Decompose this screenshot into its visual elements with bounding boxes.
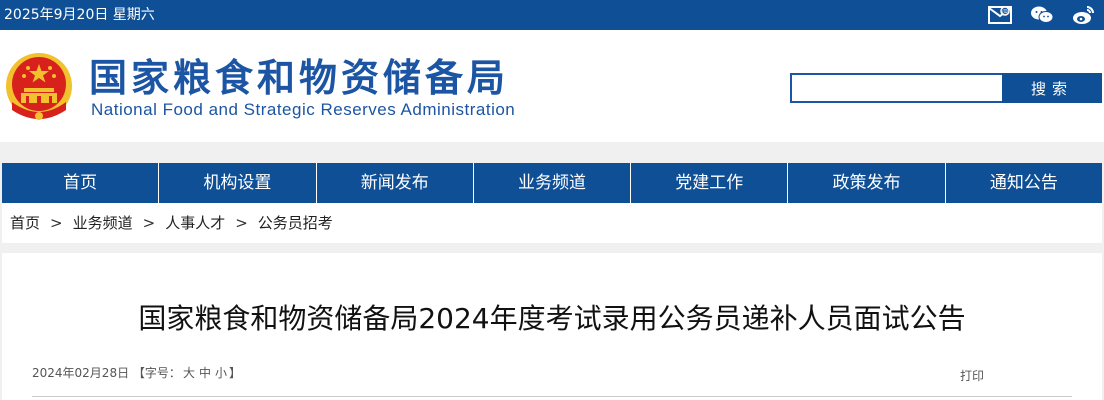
search-input[interactable] [790,73,1002,103]
site-title-english: National Food and Strategic Reserves Adm… [91,100,516,119]
nav-item-party[interactable]: 党建工作 [631,163,789,203]
breadcrumb-separator: > [50,214,63,232]
main-nav: 首页 机构设置 新闻发布 业务频道 党建工作 政策发布 通知公告 [2,163,1102,203]
nav-item-home[interactable]: 首页 [2,163,160,203]
national-emblem-icon [4,50,74,128]
site-title-chinese: 国家粮食和物资储备局 [89,55,510,100]
search-button[interactable]: 搜索 [1002,73,1102,103]
breadcrumb-separator: > [235,214,248,232]
font-size-large[interactable]: 大 [183,366,195,380]
divider [32,396,1072,397]
print-link[interactable]: 打印 [960,367,984,384]
font-size-control: 【字号：大中小】 [132,366,241,380]
nav-item-policy[interactable]: 政策发布 [788,163,946,203]
email-icon[interactable]: @ [988,4,1012,26]
site-header: 国家粮食和物资储备局 National Food and Strategic R… [0,30,1104,142]
article-title: 国家粮食和物资储备局2024年度考试录用公务员递补人员面试公告 [138,302,966,335]
breadcrumb-home[interactable]: 首页 [10,203,40,243]
breadcrumb-hr[interactable]: 人事人才 [165,203,225,243]
article-meta: 2024年02月28日 【字号：大中小】 [32,365,241,381]
article-container: 国家粮食和物资储备局2024年度考试录用公务员递补人员面试公告 2024年02月… [2,253,1102,400]
breadcrumb-business[interactable]: 业务频道 [73,203,133,243]
font-size-small[interactable]: 小 [215,366,227,380]
current-date: 2025年9月20日 星期六 [4,7,155,23]
nav-item-notices[interactable]: 通知公告 [946,163,1102,203]
breadcrumb-separator: > [142,214,156,232]
share-icons: @ [988,4,1096,26]
nav-item-business[interactable]: 业务频道 [474,163,632,203]
top-bar: 2025年9月20日 星期六 @ [0,0,1104,30]
wechat-icon[interactable] [1030,4,1054,26]
nav-item-news[interactable]: 新闻发布 [317,163,474,203]
breadcrumb: 首页 > 业务频道 > 人事人才 > 公务员招考 [2,203,1102,243]
breadcrumb-civil-exam[interactable]: 公务员招考 [258,203,333,243]
weibo-icon[interactable] [1072,4,1096,26]
article-date: 2024年02月28日 [32,366,130,380]
nav-item-organization[interactable]: 机构设置 [159,163,317,203]
svg-text:@: @ [1002,9,1008,16]
font-size-medium[interactable]: 中 [199,366,211,380]
